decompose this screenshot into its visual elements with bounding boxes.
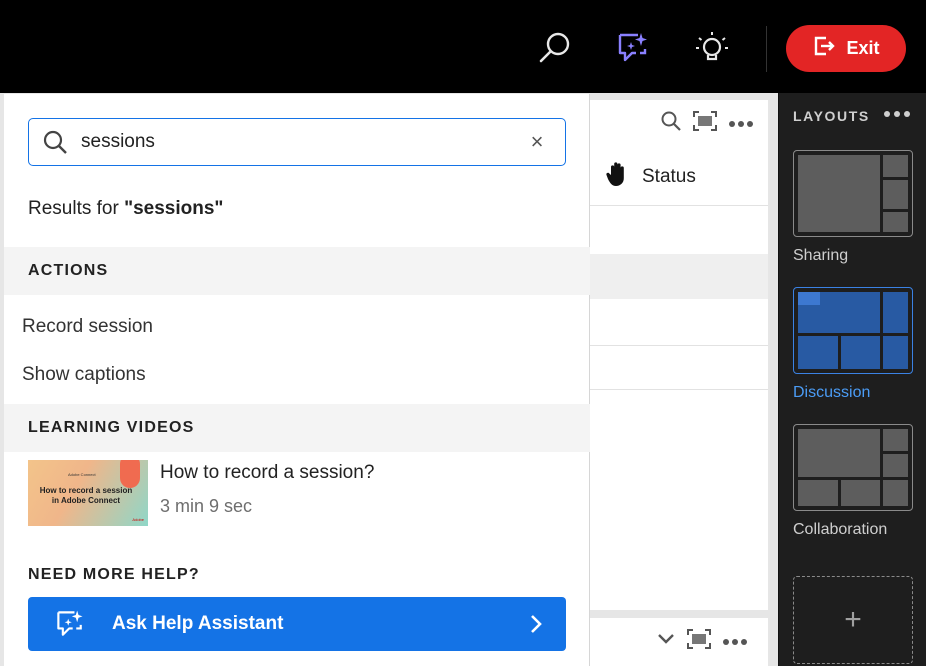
thumbnail-brand: Adobe Connect bbox=[68, 472, 96, 477]
layout-discussion-thumbnail[interactable] bbox=[793, 287, 913, 374]
video-title: How to record a session? bbox=[160, 462, 375, 483]
search-input[interactable] bbox=[81, 122, 509, 162]
search-field[interactable]: × bbox=[28, 118, 566, 166]
status-label: Status bbox=[642, 166, 696, 187]
pod-more-icon[interactable] bbox=[728, 115, 754, 133]
chevron-right-icon bbox=[506, 613, 566, 635]
help-search-panel: × Results for "sessions" ACTIONS Record … bbox=[4, 94, 590, 666]
pod-fullscreen-icon[interactable] bbox=[686, 628, 712, 655]
need-help-header: NEED MORE HELP? bbox=[28, 566, 200, 583]
layouts-more-icon[interactable] bbox=[883, 106, 911, 124]
search-icon[interactable] bbox=[535, 28, 575, 68]
video-duration: 3 min 9 sec bbox=[160, 496, 253, 516]
ask-help-assistant-button[interactable]: Ask Help Assistant bbox=[28, 597, 566, 651]
thumbnail-title: How to record a session in Adobe Connect bbox=[39, 486, 133, 505]
ask-help-label: Ask Help Assistant bbox=[112, 613, 284, 634]
actions-header: ACTIONS bbox=[4, 247, 590, 295]
clear-icon[interactable]: × bbox=[509, 129, 565, 155]
layout-sharing-thumbnail[interactable] bbox=[793, 150, 913, 237]
video-list-item[interactable]: Adobe Connect How to record a session in… bbox=[28, 460, 568, 528]
secondary-pod-toolbar bbox=[656, 628, 748, 655]
action-show-captions[interactable]: Show captions bbox=[22, 364, 146, 386]
divider bbox=[590, 389, 768, 390]
results-prefix: Results for bbox=[28, 198, 125, 219]
exit-icon bbox=[812, 34, 836, 63]
pod-toolbar bbox=[660, 110, 754, 137]
lightbulb-icon[interactable] bbox=[692, 28, 732, 68]
layouts-header: LAYOUTS bbox=[793, 108, 870, 124]
exit-label: Exit bbox=[846, 38, 880, 58]
divider bbox=[590, 345, 768, 346]
thumbnail-corner-logo: Adobe bbox=[132, 517, 144, 522]
help-assistant-icon bbox=[28, 607, 112, 641]
layout-sharing-label[interactable]: Sharing bbox=[793, 247, 848, 265]
exit-button[interactable]: Exit bbox=[786, 25, 906, 72]
help-assistant-icon[interactable] bbox=[613, 28, 653, 68]
results-heading: Results for "sessions" bbox=[28, 198, 223, 220]
add-layout-button[interactable]: + bbox=[793, 576, 913, 664]
pod-more-icon[interactable] bbox=[722, 633, 748, 651]
toolbar-divider bbox=[766, 26, 767, 72]
layout-discussion-label[interactable]: Discussion bbox=[793, 384, 870, 402]
layout-collaboration-thumbnail[interactable] bbox=[793, 424, 913, 511]
status-column-header[interactable]: Status bbox=[604, 160, 696, 194]
pod-fullscreen-icon[interactable] bbox=[692, 110, 718, 137]
table-row[interactable] bbox=[590, 254, 768, 299]
results-term: "sessions" bbox=[124, 198, 224, 219]
thumbnail-graphic bbox=[120, 460, 140, 488]
raise-hand-icon bbox=[604, 160, 632, 194]
video-thumbnail: Adobe Connect How to record a session in… bbox=[28, 460, 148, 526]
action-record-session[interactable]: Record session bbox=[22, 316, 153, 338]
divider bbox=[590, 205, 768, 206]
learning-videos-header: LEARNING VIDEOS bbox=[4, 404, 590, 452]
layout-collaboration-label[interactable]: Collaboration bbox=[793, 521, 887, 539]
top-bar: Exit bbox=[0, 0, 926, 93]
pod-search-icon[interactable] bbox=[660, 110, 682, 137]
search-icon bbox=[29, 129, 81, 155]
layouts-sidebar: LAYOUTS Sharing Discussion Collaboration… bbox=[778, 93, 926, 666]
chevron-down-icon[interactable] bbox=[656, 632, 676, 651]
